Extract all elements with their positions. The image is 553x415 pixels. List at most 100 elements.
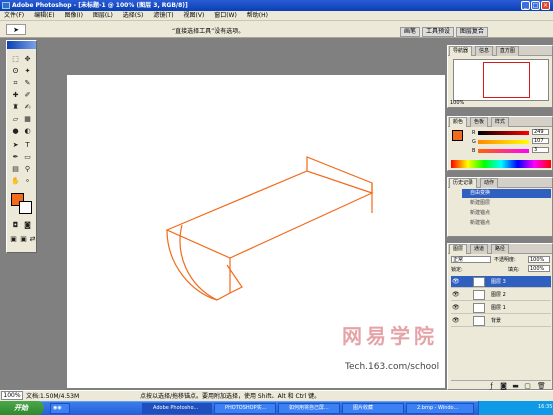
menu-image[interactable]: 图像(I)	[60, 11, 86, 21]
history-item[interactable]: 新建锚点	[462, 209, 551, 218]
screen-mode-icon[interactable]: ▣	[9, 235, 18, 244]
tab-actions[interactable]: 动作	[479, 178, 498, 188]
history-item[interactable]: 新建图层	[462, 199, 551, 208]
clone-stamp-icon[interactable]: ♜	[11, 103, 20, 112]
blend-mode-select[interactable]: 正常	[451, 256, 491, 263]
standard-mode-icon[interactable]: ◙	[23, 221, 32, 230]
clock[interactable]: 16:35	[538, 404, 552, 410]
menu-edit[interactable]: 编辑(E)	[30, 11, 58, 21]
fill-input[interactable]: 100%	[528, 265, 550, 272]
color-foreground-swatch[interactable]	[452, 130, 463, 141]
value-r[interactable]: 249	[532, 129, 549, 135]
task-photoshop-tutorial[interactable]: PHOTOSHOP实...	[214, 403, 276, 414]
menu-filter[interactable]: 滤镜(T)	[149, 11, 177, 21]
tab-swatches[interactable]: 色板	[469, 117, 488, 127]
blur-tool-icon[interactable]: ●	[11, 127, 20, 136]
zoom-field[interactable]: 100%	[1, 391, 23, 400]
slider-g[interactable]	[478, 140, 529, 144]
marquee-tool-icon[interactable]: ⬚	[11, 55, 20, 64]
value-b[interactable]: 3	[532, 147, 549, 153]
eraser-tool-icon[interactable]: ▱	[11, 115, 20, 124]
menu-file[interactable]: 文件(F)	[0, 11, 28, 21]
task-browser[interactable]: 如何用将自己屏...	[278, 403, 340, 414]
menu-layer[interactable]: 图层(L)	[89, 11, 117, 21]
well-tab-brushes[interactable]: 画笔	[400, 27, 421, 37]
tab-styles[interactable]: 样式	[490, 117, 509, 127]
zoom-tool-icon[interactable]: ⚬	[23, 177, 32, 186]
tab-color[interactable]: 颜色	[449, 117, 468, 127]
layer-name: 图层 2	[491, 292, 506, 298]
color-panel: 颜色 色板 样式 R 249 G 107 B 3	[447, 116, 553, 171]
slider-b[interactable]	[478, 149, 529, 153]
menu-select[interactable]: 选择(S)	[119, 11, 148, 21]
notes-tool-icon[interactable]: ▤	[11, 165, 20, 174]
imageready-icon[interactable]: ⇄	[28, 235, 37, 244]
slider-r[interactable]	[478, 131, 529, 135]
layer-row[interactable]: 👁 图层 2	[451, 289, 551, 301]
menu-help[interactable]: 帮助(H)	[243, 11, 272, 21]
color-row-g-label: G	[472, 139, 476, 145]
quick-launch[interactable]: ◉◉	[50, 403, 70, 414]
menu-window[interactable]: 窗口(W)	[210, 11, 241, 21]
eye-icon[interactable]: 👁	[452, 278, 460, 285]
tab-histogram[interactable]: 直方图	[495, 46, 519, 56]
eye-icon[interactable]: 👁	[452, 304, 460, 311]
layer-row[interactable]: 👁 背景	[451, 315, 551, 327]
color-spectrum-bar[interactable]	[451, 160, 551, 168]
well-tab-tool-presets[interactable]: 工具预设	[421, 27, 454, 37]
tool-preset-picker[interactable]: ➤	[6, 24, 26, 35]
fullscreen-mode-icon[interactable]: ▣	[19, 235, 28, 244]
tab-history[interactable]: 历史记录	[449, 178, 478, 188]
tab-channels[interactable]: 通道	[469, 244, 488, 254]
shape-tool-icon[interactable]: ▭	[23, 153, 32, 162]
layer-thumbnail	[473, 316, 485, 326]
opacity-input[interactable]: 100%	[528, 256, 550, 263]
maximize-button[interactable]: □	[531, 1, 540, 10]
layer-row[interactable]: 👁 图层 3	[451, 276, 551, 288]
tab-navigator[interactable]: 导航器	[449, 46, 473, 56]
menu-view[interactable]: 视图(V)	[180, 11, 209, 21]
navigator-view-box[interactable]	[483, 62, 530, 98]
layers-footer: ƒ ◙ ▬ ▢ 🗑	[451, 380, 551, 390]
move-tool-icon[interactable]: ✥	[23, 55, 32, 64]
type-tool-icon[interactable]: T	[23, 141, 32, 150]
layer-row[interactable]: 👁 图层 1	[451, 302, 551, 314]
tab-info[interactable]: 信息	[474, 46, 493, 56]
task-photoshop[interactable]: Adobe Photosho...	[142, 403, 212, 414]
value-g[interactable]: 107	[532, 138, 549, 144]
eye-icon[interactable]: 👁	[452, 317, 460, 324]
hand-tool-icon[interactable]: ✋	[11, 177, 20, 186]
navigator-zoom[interactable]: 100%	[450, 100, 464, 106]
gradient-tool-icon[interactable]: ▦	[23, 115, 32, 124]
pen-tool-icon[interactable]: ✒	[11, 153, 20, 162]
dodge-tool-icon[interactable]: ◐	[23, 127, 32, 136]
direct-select-tool-icon[interactable]: ➤	[11, 141, 20, 150]
tab-paths[interactable]: 路径	[490, 244, 509, 254]
quick-mask-icon[interactable]: ◘	[11, 221, 20, 230]
background-color-swatch[interactable]	[19, 201, 32, 214]
navigator-panel: 导航器 信息 直方图 100%	[447, 45, 553, 108]
well-tab-layer-comps[interactable]: 图层复合	[455, 27, 488, 37]
headboard	[306, 156, 373, 193]
tab-layers[interactable]: 图层	[449, 244, 468, 254]
doc-size[interactable]: 文档:1.50M/4.53M	[26, 391, 79, 400]
slice-tool-icon[interactable]: ✎	[23, 79, 32, 88]
brush-tool-icon[interactable]: ✐	[23, 91, 32, 100]
options-hint: “直接选择工具”没有选项。	[172, 28, 245, 35]
magic-wand-icon[interactable]: ✦	[23, 67, 32, 76]
lasso-tool-icon[interactable]: ʘ	[11, 67, 20, 76]
history-brush-icon[interactable]: ✍	[23, 103, 32, 112]
layers-panel: 图层 通道 路径 正常 不透明度: 100% 锁定: 填充: 100% 👁 图层…	[447, 243, 553, 390]
start-button[interactable]: 开始	[0, 401, 44, 415]
task-pictures[interactable]: 图片收藏	[342, 403, 404, 414]
eye-icon[interactable]: 👁	[452, 291, 460, 298]
minimize-button[interactable]: _	[521, 1, 530, 10]
crop-tool-icon[interactable]: ⌗	[11, 79, 20, 88]
healing-brush-icon[interactable]: ✚	[11, 91, 20, 100]
navigator-thumbnail[interactable]	[453, 59, 549, 101]
close-button[interactable]: ×	[541, 1, 550, 10]
task-paint[interactable]: 2.bmp - Windo...	[406, 403, 474, 414]
history-item[interactable]: 新建锚点	[462, 219, 551, 228]
eyedropper-icon[interactable]: ⚲	[23, 165, 32, 174]
history-item[interactable]: 自由变换	[462, 189, 551, 198]
